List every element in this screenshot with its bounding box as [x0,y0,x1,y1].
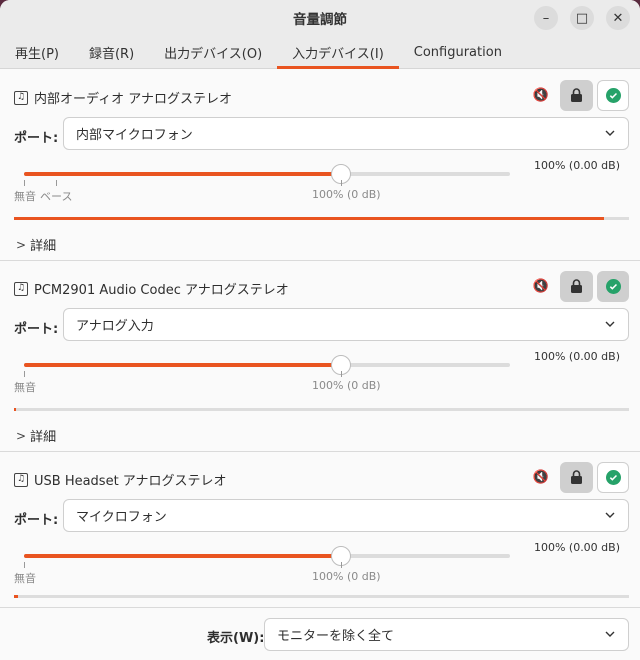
port-value: マイクロフォン [76,510,167,525]
input-level-meter [14,595,629,598]
tick-mark [24,562,25,568]
mute-toggle-icon[interactable]: 🔇 [531,467,551,487]
chevron-down-icon [605,130,615,136]
tick-mark [341,562,342,568]
chevron-down-icon [605,321,615,327]
port-select[interactable]: マイクロフォン [63,499,629,532]
tick-mark [341,180,342,186]
tick-label-100: 100% (0 dB) [312,188,381,201]
audio-device-icon: ♫ [14,472,28,487]
device-name: PCM2901 Audio Codec アナログステレオ [34,283,289,298]
tick-label-100: 100% (0 dB) [312,379,381,392]
tick-label-mute: 無音 [14,381,36,394]
chevron-right-icon: > [16,428,27,443]
audio-device-icon: ♫ [14,90,28,105]
tick-label-100: 100% (0 dB) [312,570,381,583]
check-circle-icon [605,279,621,294]
tick-mark [341,371,342,377]
set-default-button[interactable] [597,271,629,302]
port-label: ポート: [14,513,59,528]
minimize-icon: – [542,10,550,26]
input-device-usb-headset: ♫ USB Headset アナログステレオ 🔇 ポート: マイクロフォン 10… [0,452,640,608]
lock-icon [571,88,582,102]
chevron-down-icon [605,631,615,637]
maximize-icon: □ [575,10,589,26]
lock-channels-button[interactable] [560,462,593,493]
check-circle-icon [605,470,621,485]
port-select[interactable]: 内部マイクロフォン [63,117,629,150]
tab-bar: 再生(P) 録音(R) 出力デバイス(O) 入力デバイス(I) Configur… [0,36,640,69]
audio-device-icon: ♫ [14,281,28,296]
tick-mark [56,180,57,186]
input-level-meter [14,217,629,220]
maximize-button[interactable]: □ [570,6,594,30]
volume-slider[interactable] [24,355,510,375]
set-default-button[interactable] [597,462,629,493]
volume-control-window: 音量調節 – □ ✕ 再生(P) 録音(R) 出力デバイス(O) 入力デバイス(… [0,0,640,660]
input-level-meter [14,408,629,411]
show-filter-label: 表示(W): [207,631,265,646]
close-button[interactable]: ✕ [606,6,630,30]
port-label: ポート: [14,131,59,146]
lock-channels-button[interactable] [560,271,593,302]
tick-mark [24,371,25,377]
chevron-down-icon [605,512,615,518]
input-device-internal: ♫ 内部オーディオ アナログステレオ 🔇 ポート: 内部マイクロフォン 100%… [0,70,640,261]
details-label: 詳細 [30,239,57,254]
tab-output-devices[interactable]: 出力デバイス(O) [149,36,277,68]
volume-readout: 100% (0.00 dB) [533,159,620,172]
tick-label-mute: 無音 [14,190,36,203]
tab-configuration[interactable]: Configuration [399,36,517,68]
title-bar: 音量調節 – □ ✕ [0,0,640,36]
mute-toggle-icon[interactable]: 🔇 [531,85,551,105]
tab-recording[interactable]: 録音(R) [74,36,149,68]
device-name: 内部オーディオ アナログステレオ [34,92,232,107]
details-expander[interactable]: > 詳細 [16,426,57,446]
minimize-button[interactable]: – [534,6,558,30]
tick-label-mute: 無音 [14,572,36,585]
window-title: 音量調節 [293,12,347,28]
chevron-right-icon: > [16,237,27,252]
port-value: 内部マイクロフォン [76,128,193,143]
lock-icon [571,470,582,484]
port-label: ポート: [14,322,59,337]
tick-label-base: ベース [40,190,73,203]
mute-toggle-icon[interactable]: 🔇 [531,276,551,296]
footer: 表示(W): モニターを除く全て [0,608,640,660]
volume-slider[interactable] [24,546,510,566]
show-filter-value: モニターを除く全て [277,629,395,644]
volume-readout: 100% (0.00 dB) [533,350,620,363]
show-filter-select[interactable]: モニターを除く全て [264,618,629,651]
close-icon: ✕ [612,10,624,26]
set-default-button[interactable] [597,80,629,111]
tab-playback[interactable]: 再生(P) [0,36,74,68]
tick-mark [24,180,25,186]
lock-icon [571,279,582,293]
lock-channels-button[interactable] [560,80,593,111]
device-name: USB Headset アナログステレオ [34,474,227,489]
volume-readout: 100% (0.00 dB) [533,541,620,554]
details-expander[interactable]: > 詳細 [16,235,57,255]
details-label: 詳細 [30,430,57,445]
tab-input-devices[interactable]: 入力デバイス(I) [277,36,399,69]
volume-slider[interactable] [24,164,510,184]
input-device-pcm2901: ♫ PCM2901 Audio Codec アナログステレオ 🔇 ポート: アナ… [0,261,640,452]
port-select[interactable]: アナログ入力 [63,308,629,341]
port-value: アナログ入力 [76,319,154,334]
check-circle-icon [605,88,621,103]
